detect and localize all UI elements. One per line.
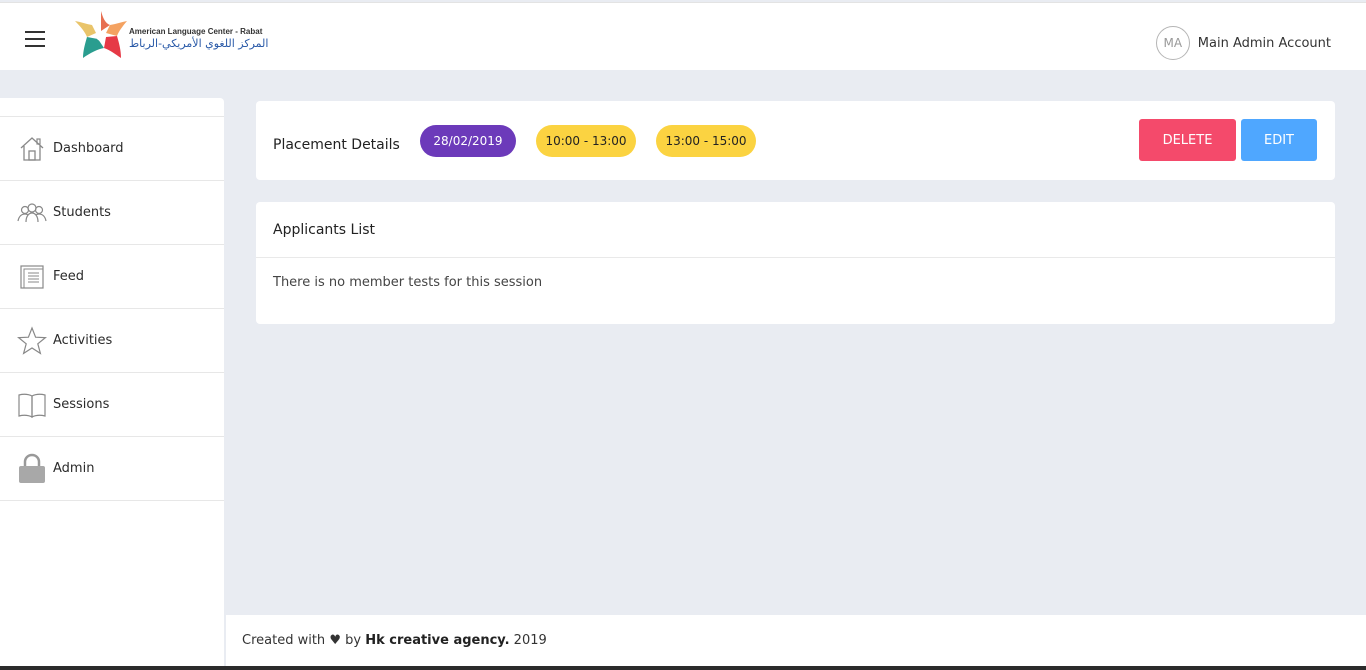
sidebar-item-dashboard[interactable]: Dashboard [0, 117, 224, 181]
footer: Created with ♥ by Hk creative agency. 20… [226, 615, 1366, 666]
date-badge: 28/02/2019 [420, 125, 516, 157]
sidebar-item-label: Sessions [53, 397, 110, 412]
edit-button[interactable]: EDIT [1241, 119, 1317, 161]
house-icon [17, 134, 47, 164]
sidebar-item-feed[interactable]: Feed [0, 245, 224, 309]
account-menu[interactable]: MA Main Admin Account [1155, 26, 1331, 60]
menu-toggle-icon[interactable] [25, 31, 45, 47]
sidebar-top-spacer [0, 98, 224, 117]
star-icon [17, 325, 47, 356]
sidebar-item-label: Students [53, 205, 111, 220]
avatar: MA [1155, 26, 1190, 60]
placement-details-card: Placement Details 28/02/2019 10:00 - 13:… [256, 101, 1335, 180]
heart-icon: ♥ [329, 633, 341, 648]
applicants-list-card: Applicants List There is no member tests… [256, 202, 1335, 324]
users-icon [17, 198, 47, 228]
newspaper-icon [17, 262, 47, 292]
sidebar-item-label: Admin [53, 461, 95, 476]
logo-text-en: American Language Center - Rabat [129, 27, 263, 36]
footer-prefix: Created with [242, 633, 326, 648]
logo-text-ar: المركز اللغوي الأمريكي-الرباط [129, 37, 269, 50]
applicants-list-title: Applicants List [256, 202, 1335, 258]
lock-icon [17, 453, 47, 484]
placement-details-title: Placement Details [273, 137, 400, 153]
sidebar-item-students[interactable]: Students [0, 181, 224, 245]
sidebar: Dashboard Students Feed Activities Sessi… [0, 98, 224, 670]
empty-state-message: There is no member tests for this sessio… [273, 275, 543, 290]
sidebar-item-admin[interactable]: Admin [0, 437, 224, 501]
sidebar-item-activities[interactable]: Activities [0, 309, 224, 373]
account-name: Main Admin Account [1197, 35, 1331, 51]
logo-star-icon [75, 11, 127, 58]
book-icon [17, 390, 47, 420]
sidebar-item-label: Activities [53, 333, 113, 348]
sidebar-item-label: Dashboard [53, 141, 124, 156]
footer-year: 2019 [513, 633, 547, 648]
top-header: American Language Center - Rabat المركز … [0, 2, 1366, 70]
bottom-edge [0, 666, 1366, 670]
footer-by: by [345, 633, 362, 648]
delete-button[interactable]: DELETE [1139, 119, 1236, 161]
footer-agency-link[interactable]: Hk creative agency. [365, 633, 509, 648]
time-slot-badge: 13:00 - 15:00 [656, 125, 756, 157]
time-slot-badge: 10:00 - 13:00 [536, 125, 636, 157]
sidebar-item-label: Feed [53, 269, 85, 284]
logo[interactable]: American Language Center - Rabat المركز … [74, 9, 284, 61]
sidebar-item-sessions[interactable]: Sessions [0, 373, 224, 437]
